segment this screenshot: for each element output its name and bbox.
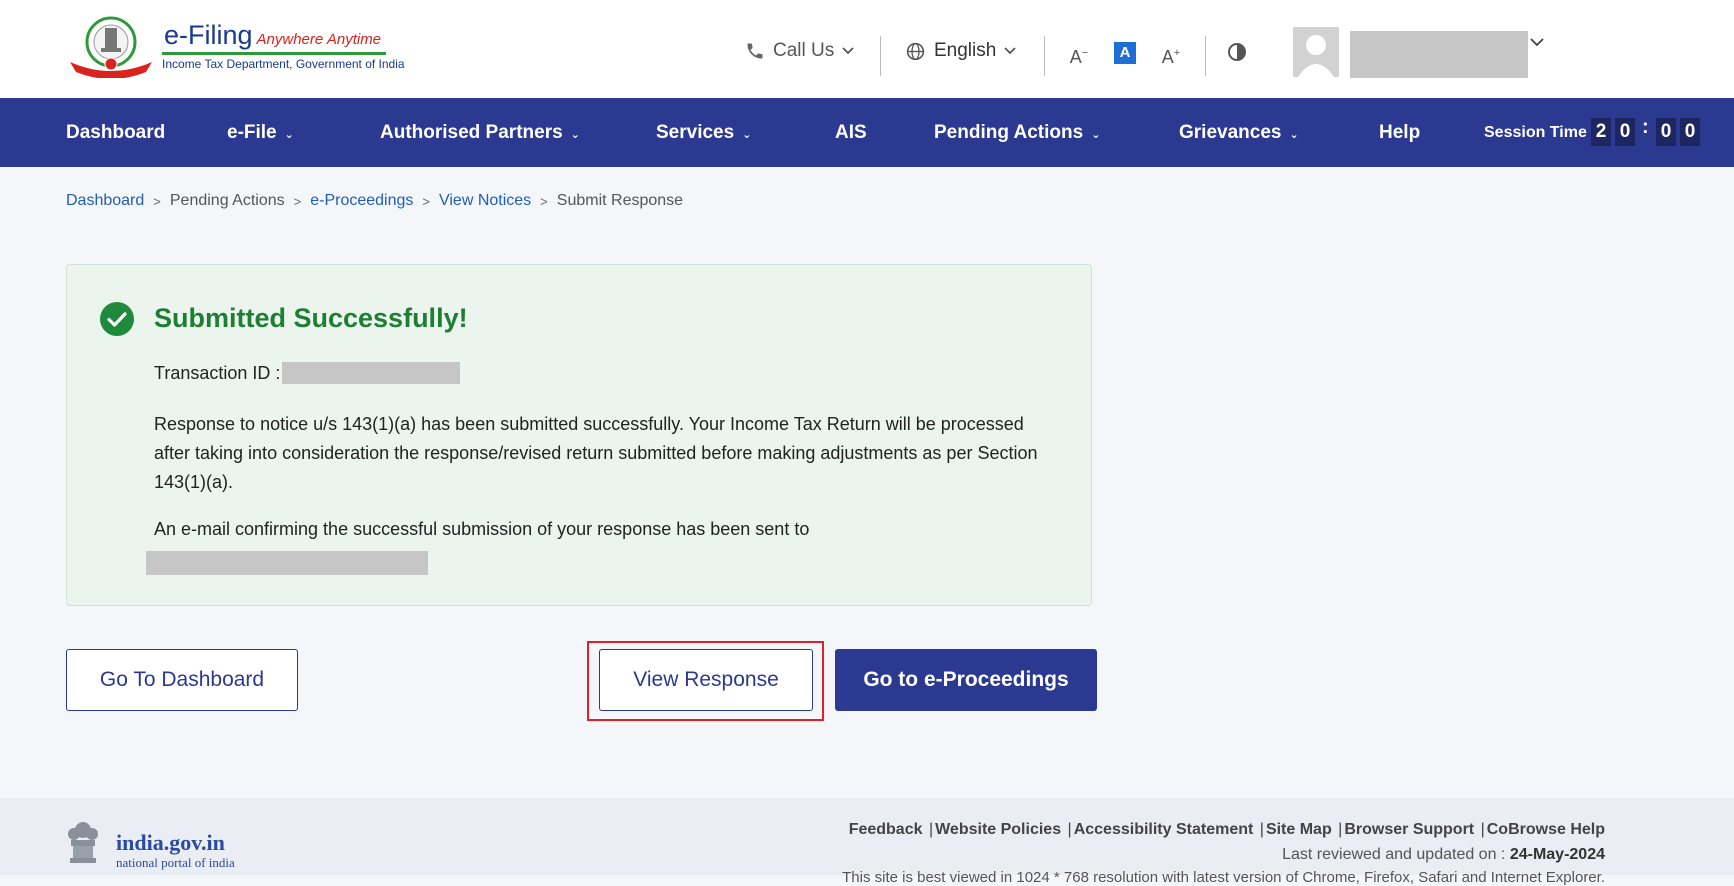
session-digit: 0: [1615, 118, 1635, 146]
chevron-right-icon: >: [293, 193, 302, 209]
logo-divider: [162, 52, 386, 55]
view-response-button[interactable]: View Response: [599, 649, 813, 711]
nav-pending-actions[interactable]: Pending Actions ⌄: [934, 98, 1100, 167]
chevron-right-icon: >: [540, 193, 548, 209]
nav-efile[interactable]: e-File ⌄: [227, 98, 294, 167]
email-confirmation-text: An e-mail confirming the successful subm…: [154, 519, 810, 539]
call-us-label: Call Us: [773, 40, 835, 61]
nav-grievances[interactable]: Grievances ⌄: [1179, 98, 1299, 167]
footer-link-feedback[interactable]: Feedback: [849, 821, 923, 839]
footer-link-site-map[interactable]: Site Map: [1266, 821, 1332, 839]
chevron-right-icon: >: [422, 193, 430, 209]
session-digit: 2: [1591, 118, 1611, 146]
go-to-dashboard-button[interactable]: Go To Dashboard: [66, 649, 298, 711]
chevron-down-icon: ⌄: [284, 129, 294, 141]
footer-link-browser-support[interactable]: Browser Support: [1344, 821, 1474, 839]
nav-help[interactable]: Help: [1379, 98, 1420, 167]
username-redacted[interactable]: [1350, 31, 1528, 78]
breadcrumb-dashboard[interactable]: Dashboard: [66, 192, 144, 210]
breadcrumb-current-page: Submit Response: [556, 192, 684, 209]
font-decrease-button[interactable]: A−: [1068, 42, 1090, 67]
transaction-id-row: Transaction ID :: [154, 362, 461, 384]
call-us-dropdown[interactable]: Call Us: [745, 40, 854, 62]
breadcrumb-view-notices[interactable]: View Notices: [439, 192, 531, 210]
session-digit: 0: [1656, 118, 1676, 146]
transaction-id-redacted: [282, 362, 461, 384]
last-updated: Last reviewed and updated on : 24-May-20…: [1282, 846, 1605, 864]
avatar[interactable]: [1293, 27, 1339, 77]
globe-icon: [906, 42, 925, 60]
language-dropdown[interactable]: English: [905, 40, 1016, 62]
session-time-label: Session Time: [1484, 124, 1587, 141]
chevron-down-icon: ⌄: [1091, 129, 1101, 141]
last-updated-label: Last reviewed and updated on :: [1282, 846, 1506, 863]
topbar-divider: [880, 36, 881, 76]
phone-icon: [747, 43, 763, 59]
chevron-down-icon: ⌄: [1289, 129, 1299, 141]
footer-link-website-policies[interactable]: Website Policies: [935, 821, 1061, 839]
portal-title[interactable]: india.gov.in: [116, 830, 225, 856]
nav-dashboard[interactable]: Dashboard: [66, 98, 165, 167]
success-card: Submitted Successfully! Transaction ID :…: [66, 264, 1092, 606]
contrast-toggle-icon[interactable]: [1226, 42, 1248, 64]
last-updated-date: 24-May-2024: [1509, 846, 1605, 863]
check-circle-icon: [100, 302, 134, 336]
footer-links: Feedback | Website Policies | Accessibil…: [848, 821, 1605, 839]
portal-subtitle: national portal of india: [116, 855, 235, 870]
nav-services[interactable]: Services ⌄: [656, 98, 751, 167]
logo-subtitle: Income Tax Department, Government of Ind…: [162, 57, 405, 71]
breadcrumb: Dashboard > Pending Actions > e-Proceedi…: [66, 192, 683, 210]
topbar-divider: [1205, 36, 1206, 76]
user-menu-chevron-icon[interactable]: [1530, 34, 1544, 52]
chevron-down-icon: [1004, 47, 1016, 55]
response-message: Response to notice u/s 143(1)(a) has bee…: [154, 414, 1038, 492]
chevron-right-icon: >: [153, 193, 161, 209]
top-bar: e-Filing Anywhere Anytime Income Tax Depa…: [0, 0, 1734, 98]
breadcrumb-pending-actions: Pending Actions: [169, 192, 285, 209]
national-emblem-logo[interactable]: [66, 818, 100, 875]
session-colon: :: [1642, 116, 1649, 138]
efiling-emblem-logo[interactable]: [66, 14, 156, 79]
footer-link-accessibility[interactable]: Accessibility Statement: [1074, 821, 1254, 839]
footer: india.gov.in national portal of india Fe…: [0, 798, 1734, 886]
chevron-down-icon: ⌄: [570, 129, 580, 141]
font-increase-button[interactable]: A+: [1160, 42, 1182, 67]
logo-title: e-Filing Anywhere Anytime: [164, 20, 382, 50]
topbar-divider: [1044, 36, 1045, 76]
language-label: English: [934, 40, 997, 61]
resolution-note: This site is best viewed in 1024 * 768 r…: [842, 869, 1605, 886]
email-redacted: [146, 551, 428, 575]
nav-authorised-partners[interactable]: Authorised Partners ⌄: [380, 98, 580, 167]
breadcrumb-e-proceedings[interactable]: e-Proceedings: [310, 192, 413, 210]
success-title: Submitted Successfully!: [154, 303, 468, 333]
chevron-down-icon: ⌄: [742, 129, 752, 141]
main-nav: Dashboard e-File ⌄ Authorised Partners ⌄ S…: [0, 98, 1734, 167]
logo-tagline: Anywhere Anytime: [256, 31, 382, 48]
transaction-id-label: Transaction ID :: [154, 362, 281, 383]
nav-ais[interactable]: AIS: [835, 98, 867, 167]
go-to-e-proceedings-button[interactable]: Go to e-Proceedings: [835, 649, 1097, 711]
session-digit: 0: [1680, 118, 1700, 146]
footer-link-cobrowse-help[interactable]: CoBrowse Help: [1487, 821, 1605, 839]
chevron-down-icon: [842, 47, 854, 55]
font-default-button[interactable]: A: [1114, 42, 1136, 64]
